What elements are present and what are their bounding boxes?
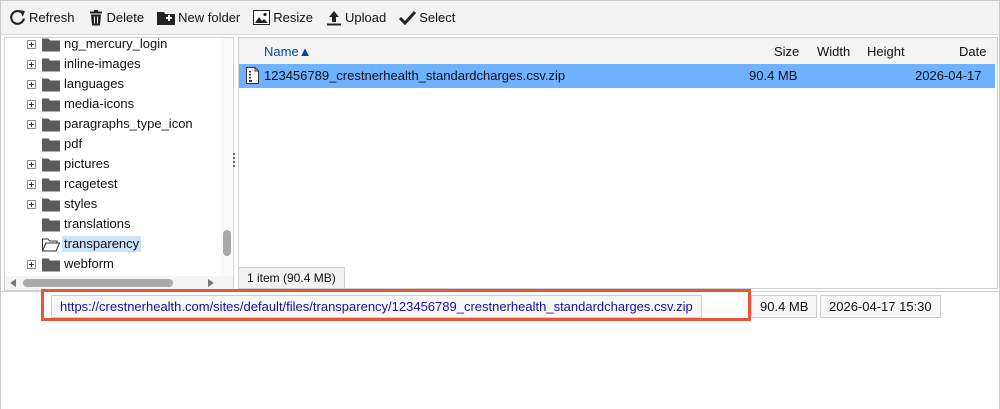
select-button[interactable]: Select (399, 10, 455, 25)
tree-item-pdf[interactable]: pdf (5, 134, 220, 154)
tree-item-label: media-icons (64, 96, 135, 111)
expand-plus-icon[interactable] (27, 80, 36, 89)
expand-plus-icon[interactable] (27, 260, 36, 269)
expand-plus-icon[interactable] (27, 180, 36, 189)
new-folder-button[interactable]: New folder (157, 10, 240, 25)
expand-plus-icon[interactable] (27, 60, 36, 69)
tree-item-paragraphs-type-icon[interactable]: paragraphs_type_icon (5, 114, 220, 134)
image-icon (253, 10, 271, 25)
resize-button[interactable]: Resize (253, 10, 313, 25)
expand-plus-icon[interactable] (27, 40, 36, 49)
file-browser-window: Refresh Delete New folder Resize Upload … (0, 0, 1000, 409)
expand-plus-icon[interactable] (27, 160, 36, 169)
folder-icon (42, 118, 60, 132)
folder-tree: ng_mercury_login inline-images languages me… (4, 37, 234, 291)
scroll-right-arrow-icon[interactable] (208, 279, 214, 287)
folder-icon (42, 178, 60, 192)
tree-horizontal-scrollbar[interactable] (5, 276, 233, 290)
new-folder-label: New folder (178, 10, 241, 25)
file-url[interactable]: https://crestnerhealth.com/sites/default… (51, 295, 702, 318)
tree-item-label: inline-images (64, 56, 141, 71)
select-label: Select (419, 10, 456, 25)
details-file-size: 90.4 MB (751, 295, 818, 318)
tree-horizontal-scroll-thumb[interactable] (23, 279, 173, 287)
tree-item-ng-mercury-login[interactable]: ng_mercury_login (5, 37, 220, 54)
tree-item-label: rcagetest (64, 176, 118, 191)
column-header-name[interactable]: Name▲ (264, 44, 312, 59)
folder-icon (42, 258, 60, 272)
expand-plus-icon[interactable] (27, 120, 36, 129)
pane-splitter-handle[interactable] (233, 151, 236, 173)
refresh-icon (10, 10, 25, 25)
refresh-label: Refresh (29, 10, 75, 25)
file-name: 123456789_crestnerhealth_standardcharges… (264, 68, 566, 83)
details-file-datetime: 2026-04-17 15:30 (820, 295, 941, 318)
expand-plus-icon[interactable] (27, 200, 36, 209)
tree-item-styles[interactable]: styles (5, 194, 220, 214)
column-header-date[interactable]: Date (959, 44, 986, 59)
folder-icon (42, 38, 60, 52)
folder-icon (42, 78, 60, 92)
toolbar: Refresh Delete New folder Resize Upload … (1, 1, 999, 35)
folder-icon (42, 138, 60, 152)
tree-item-pictures[interactable]: pictures (5, 154, 220, 174)
tree-item-label: ng_mercury_login (64, 37, 168, 51)
tree-item-inline-images[interactable]: inline-images (5, 54, 220, 74)
tree-item-label: paragraphs_type_icon (64, 116, 193, 131)
file-details-panel: https://crestnerhealth.com/sites/default… (1, 291, 999, 409)
expand-plus-icon[interactable] (27, 100, 36, 109)
checkmark-icon (399, 10, 417, 25)
tree-item-label: translations (64, 216, 131, 231)
tree-item-languages[interactable]: languages (5, 74, 220, 94)
upload-icon (327, 10, 341, 25)
tree-item-label: transparency (62, 236, 142, 252)
column-header-size[interactable]: Size (774, 44, 799, 59)
delete-label: Delete (106, 10, 145, 25)
tree-item-transparency[interactable]: transparency (5, 234, 220, 254)
folder-icon (42, 58, 60, 72)
folder-icon (42, 98, 60, 112)
scroll-left-arrow-icon[interactable] (10, 279, 16, 287)
tree-item-label: styles (64, 196, 98, 211)
trash-icon (89, 10, 102, 26)
tree-item-media-icons[interactable]: media-icons (5, 94, 220, 114)
tree-item-webform[interactable]: webform (5, 254, 220, 274)
file-row[interactable]: 123456789_crestnerhealth_standardcharges… (239, 64, 995, 88)
resize-label: Resize (273, 10, 313, 25)
column-header-width[interactable]: Width (817, 44, 850, 59)
folder-icon (42, 218, 60, 232)
tree-item-translations[interactable]: translations (5, 214, 220, 234)
file-document-icon (246, 67, 259, 84)
upload-label: Upload (345, 10, 387, 25)
new-folder-icon (157, 12, 176, 25)
tree-item-label: pdf (64, 136, 83, 151)
upload-button[interactable]: Upload (326, 10, 386, 26)
delete-button[interactable]: Delete (88, 9, 145, 26)
open-folder-icon (42, 238, 60, 252)
item-count-status: 1 item (90.4 MB) (238, 267, 345, 288)
tree-vertical-scroll-thumb[interactable] (223, 230, 231, 256)
file-list: Name▲ Size Width Height Date 123456789_c… (238, 37, 998, 289)
file-size: 90.4 MB (749, 68, 798, 83)
tree-item-rcagetest[interactable]: rcagetest (5, 174, 220, 194)
tree-item-label: pictures (64, 156, 110, 171)
refresh-button[interactable]: Refresh (9, 9, 75, 26)
tree-item-label: webform (64, 256, 114, 271)
folder-icon (42, 158, 60, 172)
tree-item-label: languages (64, 76, 124, 91)
folder-icon (42, 198, 60, 212)
file-list-header: Name▲ Size Width Height Date (239, 38, 997, 64)
column-header-height[interactable]: Height (867, 44, 905, 59)
file-date: 2026-04-17 (915, 68, 982, 83)
